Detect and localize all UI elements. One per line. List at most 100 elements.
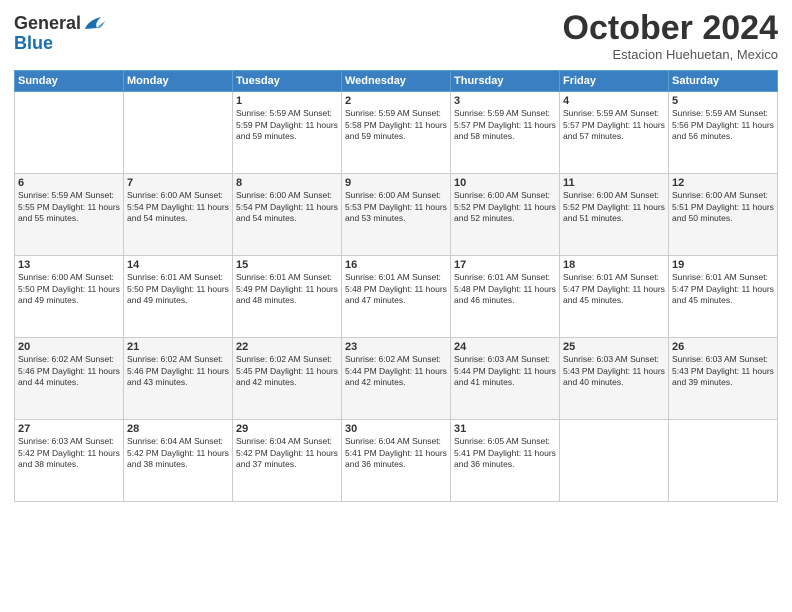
- logo-general-text: General: [14, 14, 81, 34]
- weekday-header-wednesday: Wednesday: [342, 71, 451, 92]
- weekday-header-friday: Friday: [560, 71, 669, 92]
- day-number: 2: [345, 95, 447, 107]
- day-number: 10: [454, 177, 556, 189]
- day-number: 6: [18, 177, 120, 189]
- weekday-header-tuesday: Tuesday: [233, 71, 342, 92]
- day-info: Sunrise: 6:04 AM Sunset: 5:41 PM Dayligh…: [345, 436, 447, 470]
- weekday-header-saturday: Saturday: [669, 71, 778, 92]
- day-number: 18: [563, 259, 665, 271]
- day-number: 20: [18, 341, 120, 353]
- day-info: Sunrise: 5:59 AM Sunset: 5:55 PM Dayligh…: [18, 190, 120, 224]
- day-info: Sunrise: 6:05 AM Sunset: 5:41 PM Dayligh…: [454, 436, 556, 470]
- day-number: 31: [454, 423, 556, 435]
- week-row-4: 27Sunrise: 6:03 AM Sunset: 5:42 PM Dayli…: [15, 420, 778, 502]
- weekday-header-row: SundayMondayTuesdayWednesdayThursdayFrid…: [15, 71, 778, 92]
- calendar-cell: 7Sunrise: 6:00 AM Sunset: 5:54 PM Daylig…: [124, 174, 233, 256]
- calendar-cell: 18Sunrise: 6:01 AM Sunset: 5:47 PM Dayli…: [560, 256, 669, 338]
- week-row-0: 1Sunrise: 5:59 AM Sunset: 5:59 PM Daylig…: [15, 92, 778, 174]
- day-info: Sunrise: 6:03 AM Sunset: 5:43 PM Dayligh…: [672, 354, 774, 388]
- header: General Blue October 2024 Estacion Huehu…: [14, 10, 778, 62]
- day-number: 16: [345, 259, 447, 271]
- weekday-header-thursday: Thursday: [451, 71, 560, 92]
- day-number: 30: [345, 423, 447, 435]
- calendar-cell: 17Sunrise: 6:01 AM Sunset: 5:48 PM Dayli…: [451, 256, 560, 338]
- calendar-cell: 3Sunrise: 5:59 AM Sunset: 5:57 PM Daylig…: [451, 92, 560, 174]
- day-info: Sunrise: 6:01 AM Sunset: 5:47 PM Dayligh…: [563, 272, 665, 306]
- calendar-cell: [124, 92, 233, 174]
- calendar-table: SundayMondayTuesdayWednesdayThursdayFrid…: [14, 70, 778, 502]
- day-number: 28: [127, 423, 229, 435]
- weekday-header-monday: Monday: [124, 71, 233, 92]
- logo: General Blue: [14, 14, 105, 54]
- title-block: October 2024 Estacion Huehuetan, Mexico: [563, 10, 778, 62]
- day-info: Sunrise: 6:03 AM Sunset: 5:43 PM Dayligh…: [563, 354, 665, 388]
- calendar-cell: 26Sunrise: 6:03 AM Sunset: 5:43 PM Dayli…: [669, 338, 778, 420]
- calendar-cell: 12Sunrise: 6:00 AM Sunset: 5:51 PM Dayli…: [669, 174, 778, 256]
- day-info: Sunrise: 5:59 AM Sunset: 5:56 PM Dayligh…: [672, 108, 774, 142]
- calendar-cell: 1Sunrise: 5:59 AM Sunset: 5:59 PM Daylig…: [233, 92, 342, 174]
- day-number: 23: [345, 341, 447, 353]
- day-number: 5: [672, 95, 774, 107]
- day-info: Sunrise: 5:59 AM Sunset: 5:59 PM Dayligh…: [236, 108, 338, 142]
- calendar-cell: 21Sunrise: 6:02 AM Sunset: 5:46 PM Dayli…: [124, 338, 233, 420]
- day-number: 19: [672, 259, 774, 271]
- calendar-cell: 16Sunrise: 6:01 AM Sunset: 5:48 PM Dayli…: [342, 256, 451, 338]
- day-info: Sunrise: 6:00 AM Sunset: 5:52 PM Dayligh…: [563, 190, 665, 224]
- location: Estacion Huehuetan, Mexico: [563, 47, 778, 62]
- day-info: Sunrise: 6:03 AM Sunset: 5:42 PM Dayligh…: [18, 436, 120, 470]
- day-info: Sunrise: 6:02 AM Sunset: 5:45 PM Dayligh…: [236, 354, 338, 388]
- day-info: Sunrise: 6:01 AM Sunset: 5:48 PM Dayligh…: [345, 272, 447, 306]
- day-number: 9: [345, 177, 447, 189]
- day-number: 7: [127, 177, 229, 189]
- day-number: 22: [236, 341, 338, 353]
- calendar-cell: 31Sunrise: 6:05 AM Sunset: 5:41 PM Dayli…: [451, 420, 560, 502]
- day-number: 25: [563, 341, 665, 353]
- day-number: 14: [127, 259, 229, 271]
- day-info: Sunrise: 6:01 AM Sunset: 5:50 PM Dayligh…: [127, 272, 229, 306]
- calendar-cell: 4Sunrise: 5:59 AM Sunset: 5:57 PM Daylig…: [560, 92, 669, 174]
- day-number: 12: [672, 177, 774, 189]
- logo-blue-text: Blue: [14, 33, 53, 53]
- day-info: Sunrise: 6:02 AM Sunset: 5:46 PM Dayligh…: [127, 354, 229, 388]
- calendar-cell: [560, 420, 669, 502]
- week-row-2: 13Sunrise: 6:00 AM Sunset: 5:50 PM Dayli…: [15, 256, 778, 338]
- logo-bird-icon: [83, 15, 105, 33]
- day-info: Sunrise: 6:01 AM Sunset: 5:48 PM Dayligh…: [454, 272, 556, 306]
- day-number: 27: [18, 423, 120, 435]
- calendar-cell: 9Sunrise: 6:00 AM Sunset: 5:53 PM Daylig…: [342, 174, 451, 256]
- day-number: 15: [236, 259, 338, 271]
- day-info: Sunrise: 6:00 AM Sunset: 5:54 PM Dayligh…: [236, 190, 338, 224]
- calendar-cell: 14Sunrise: 6:01 AM Sunset: 5:50 PM Dayli…: [124, 256, 233, 338]
- calendar-cell: 15Sunrise: 6:01 AM Sunset: 5:49 PM Dayli…: [233, 256, 342, 338]
- calendar-cell: [669, 420, 778, 502]
- day-info: Sunrise: 6:00 AM Sunset: 5:52 PM Dayligh…: [454, 190, 556, 224]
- week-row-1: 6Sunrise: 5:59 AM Sunset: 5:55 PM Daylig…: [15, 174, 778, 256]
- day-info: Sunrise: 6:02 AM Sunset: 5:44 PM Dayligh…: [345, 354, 447, 388]
- day-info: Sunrise: 6:03 AM Sunset: 5:44 PM Dayligh…: [454, 354, 556, 388]
- calendar-cell: 23Sunrise: 6:02 AM Sunset: 5:44 PM Dayli…: [342, 338, 451, 420]
- day-info: Sunrise: 6:00 AM Sunset: 5:51 PM Dayligh…: [672, 190, 774, 224]
- day-info: Sunrise: 6:00 AM Sunset: 5:54 PM Dayligh…: [127, 190, 229, 224]
- day-number: 24: [454, 341, 556, 353]
- day-info: Sunrise: 6:00 AM Sunset: 5:50 PM Dayligh…: [18, 272, 120, 306]
- day-info: Sunrise: 6:02 AM Sunset: 5:46 PM Dayligh…: [18, 354, 120, 388]
- calendar-cell: 5Sunrise: 5:59 AM Sunset: 5:56 PM Daylig…: [669, 92, 778, 174]
- calendar-cell: 22Sunrise: 6:02 AM Sunset: 5:45 PM Dayli…: [233, 338, 342, 420]
- calendar-cell: 20Sunrise: 6:02 AM Sunset: 5:46 PM Dayli…: [15, 338, 124, 420]
- calendar-cell: 29Sunrise: 6:04 AM Sunset: 5:42 PM Dayli…: [233, 420, 342, 502]
- day-number: 13: [18, 259, 120, 271]
- day-info: Sunrise: 5:59 AM Sunset: 5:57 PM Dayligh…: [563, 108, 665, 142]
- day-info: Sunrise: 6:01 AM Sunset: 5:47 PM Dayligh…: [672, 272, 774, 306]
- day-info: Sunrise: 5:59 AM Sunset: 5:58 PM Dayligh…: [345, 108, 447, 142]
- calendar-cell: 11Sunrise: 6:00 AM Sunset: 5:52 PM Dayli…: [560, 174, 669, 256]
- day-number: 26: [672, 341, 774, 353]
- day-number: 4: [563, 95, 665, 107]
- weekday-header-sunday: Sunday: [15, 71, 124, 92]
- month-title: October 2024: [563, 10, 778, 47]
- day-number: 11: [563, 177, 665, 189]
- calendar-cell: 19Sunrise: 6:01 AM Sunset: 5:47 PM Dayli…: [669, 256, 778, 338]
- calendar-cell: 6Sunrise: 5:59 AM Sunset: 5:55 PM Daylig…: [15, 174, 124, 256]
- calendar-cell: 27Sunrise: 6:03 AM Sunset: 5:42 PM Dayli…: [15, 420, 124, 502]
- day-info: Sunrise: 6:00 AM Sunset: 5:53 PM Dayligh…: [345, 190, 447, 224]
- calendar-cell: 28Sunrise: 6:04 AM Sunset: 5:42 PM Dayli…: [124, 420, 233, 502]
